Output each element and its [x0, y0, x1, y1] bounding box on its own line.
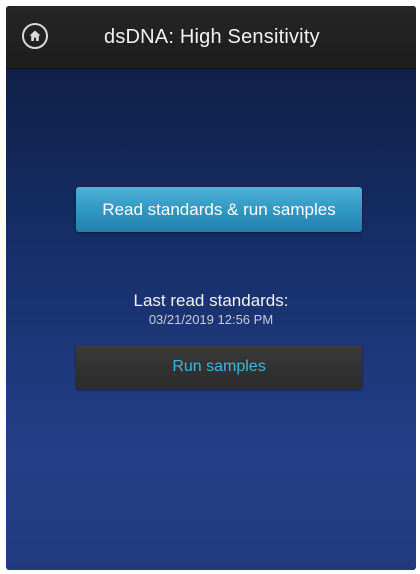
read-standards-and-run-samples-button[interactable]: Read standards & run samples	[76, 187, 362, 232]
last-read-standards-label: Last read standards:	[133, 291, 289, 310]
app-screen: dsDNA: High Sensitivity Read standards &…	[6, 6, 416, 570]
header-bar: dsDNA: High Sensitivity	[6, 6, 416, 69]
home-button[interactable]	[22, 23, 48, 49]
page-title: dsDNA: High Sensitivity	[104, 26, 320, 48]
home-icon	[29, 30, 41, 41]
run-samples-button[interactable]: Run samples	[76, 345, 362, 389]
last-read-standards-datetime: 03/21/2019 12:56 PM	[148, 312, 274, 327]
